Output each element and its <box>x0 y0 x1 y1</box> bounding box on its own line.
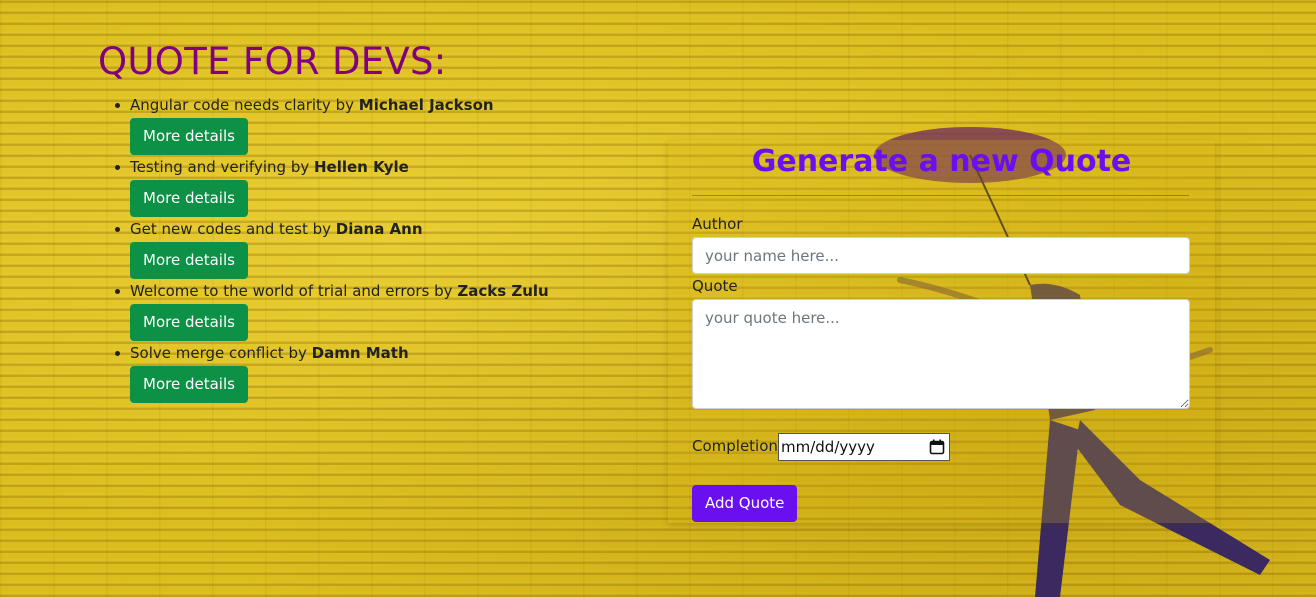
quote-label: Quote <box>692 277 738 295</box>
new-quote-form: Generate a new Quote Author Quote Comple… <box>668 140 1215 523</box>
more-details-button[interactable]: More details <box>130 180 248 217</box>
list-item: Angular code needs clarity by Michael Ja… <box>115 95 590 157</box>
more-details-button[interactable]: More details <box>130 304 248 341</box>
quote-text: Welcome to the world of trial and errors… <box>130 282 549 300</box>
more-details-button[interactable]: More details <box>130 366 248 403</box>
quote-text: Testing and verifying by Hellen Kyle <box>130 158 409 176</box>
quote-author: Damn Math <box>311 344 409 362</box>
more-details-button[interactable]: More details <box>130 242 248 279</box>
list-item: Testing and verifying by Hellen Kyle Mor… <box>115 157 590 219</box>
more-details-button[interactable]: More details <box>130 118 248 155</box>
completion-date-input[interactable]: mm/dd/yyyy <box>778 433 950 461</box>
completion-label: Completion <box>692 437 778 455</box>
page-title: QUOTE FOR DEVS: <box>98 40 447 83</box>
calendar-icon[interactable] <box>929 439 945 455</box>
form-title: Generate a new Quote <box>751 144 1132 179</box>
add-quote-button[interactable]: Add Quote <box>692 485 798 522</box>
quote-text: Angular code needs clarity by Michael Ja… <box>130 96 494 114</box>
quote-author: Michael Jackson <box>358 96 494 114</box>
divider <box>692 195 1189 196</box>
list-item: Get new codes and test by Diana Ann More… <box>115 219 590 281</box>
author-input[interactable] <box>692 237 1190 274</box>
date-placeholder: mm/dd/yyyy <box>781 438 875 456</box>
list-item: Welcome to the world of trial and errors… <box>115 281 590 343</box>
quote-author: Hellen Kyle <box>314 158 409 176</box>
quote-textarea[interactable] <box>692 299 1190 409</box>
quote-text: Solve merge conflict by Damn Math <box>130 344 409 362</box>
quote-author: Zacks Zulu <box>457 282 549 300</box>
quote-text: Get new codes and test by Diana Ann <box>130 220 423 238</box>
list-item: Solve merge conflict by Damn Math More d… <box>115 343 590 405</box>
quote-author: Diana Ann <box>335 220 423 238</box>
author-label: Author <box>692 215 743 233</box>
quote-list: Angular code needs clarity by Michael Ja… <box>115 95 590 405</box>
